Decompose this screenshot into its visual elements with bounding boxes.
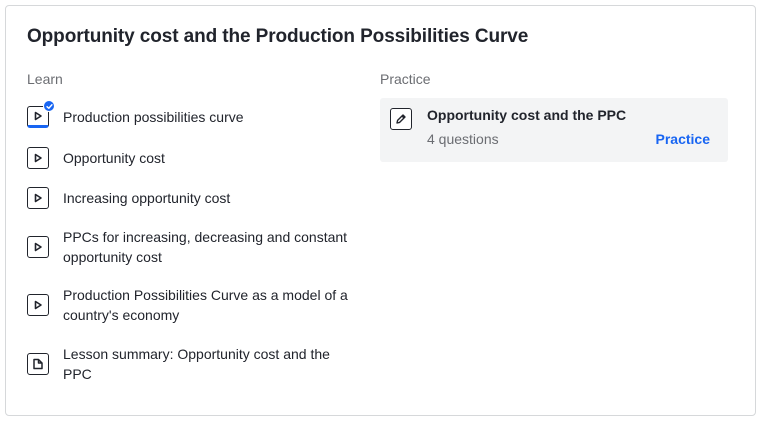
article-icon — [27, 353, 49, 375]
practice-exercise-card[interactable]: Opportunity cost and the PPC 4 questions… — [380, 98, 728, 162]
learn-item-label: Production Possibilities Curve as a mode… — [63, 287, 348, 323]
learn-item-label: Opportunity cost — [63, 150, 165, 166]
unit-card: Opportunity cost and the Production Poss… — [5, 5, 756, 416]
learn-item-increasing-opportunity-cost[interactable]: Increasing opportunity cost — [27, 187, 357, 209]
learn-item-lesson-summary[interactable]: Lesson summary: Opportunity cost and the… — [27, 344, 357, 384]
completed-check-icon — [43, 100, 55, 112]
learn-item-opportunity-cost[interactable]: Opportunity cost — [27, 147, 357, 169]
practice-question-count: 4 questions — [427, 131, 499, 147]
video-icon — [27, 236, 49, 258]
learn-item-label: Increasing opportunity cost — [63, 190, 231, 206]
learn-item-production-possibilities-curve[interactable]: Production possibilities curve — [27, 100, 357, 128]
learn-item-ppcs-increasing-decreasing-constant[interactable]: PPCs for increasing, decreasing and cons… — [27, 227, 357, 267]
practice-heading: Practice — [380, 71, 431, 87]
video-icon — [27, 100, 55, 128]
learn-item-label: Lesson summary: Opportunity cost and the… — [63, 346, 330, 382]
learn-item-ppc-model-country-economy[interactable]: Production Possibilities Curve as a mode… — [27, 285, 357, 325]
video-icon — [27, 147, 49, 169]
pencil-icon — [390, 108, 412, 130]
practice-button[interactable]: Practice — [656, 131, 710, 147]
learn-item-label: Production possibilities curve — [63, 109, 244, 125]
unit-title: Opportunity cost and the Production Poss… — [27, 26, 529, 47]
video-icon — [27, 294, 49, 316]
practice-exercise-title: Opportunity cost and the PPC — [427, 107, 627, 123]
video-icon — [27, 187, 49, 209]
learn-item-label: PPCs for increasing, decreasing and cons… — [63, 229, 348, 265]
learn-heading: Learn — [27, 71, 63, 87]
